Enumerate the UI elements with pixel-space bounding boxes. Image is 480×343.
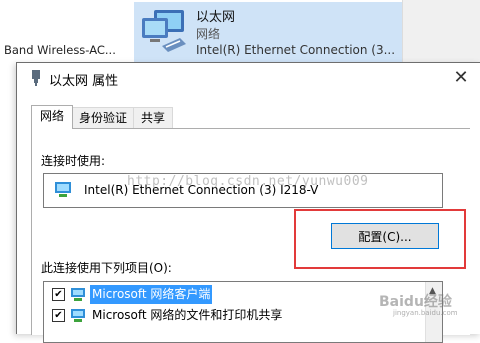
item-label: Microsoft 网络客户端 bbox=[90, 285, 213, 304]
item-label: Microsoft 网络的文件和打印机共享 bbox=[92, 308, 283, 322]
red-highlight-box bbox=[294, 209, 466, 269]
network-client-icon bbox=[71, 288, 85, 301]
dialog-title: 以太网 属性 bbox=[49, 74, 119, 89]
connection-type: 网络 bbox=[196, 27, 221, 41]
wireless-adapter-label[interactable]: Band Wireless-AC... bbox=[4, 43, 116, 57]
checkbox-checked-icon[interactable]: ✔ bbox=[52, 309, 65, 322]
details-pane bbox=[402, 0, 480, 70]
checkbox-checked-icon[interactable]: ✔ bbox=[52, 288, 65, 301]
connection-name: 以太网 bbox=[196, 10, 236, 25]
file-sharing-icon bbox=[71, 309, 85, 322]
items-list-label: 此连接使用下列项目(O): bbox=[41, 261, 172, 275]
network-card-icon bbox=[55, 182, 71, 197]
network-connections-window: Band Wireless-AC... 以太网 网络 Intel(R) Ethe… bbox=[0, 0, 480, 70]
ethernet-properties-dialog: 以太网 属性 ✕ 网络 身份验证 共享 连接时使用: Intel(R) Ethe… bbox=[16, 62, 480, 343]
baidu-jingyan-watermark: Baidu经验 bbox=[379, 294, 452, 310]
tab-network[interactable]: 网络 bbox=[31, 105, 73, 129]
blog-watermark: http://blog.csdn.net/yunwu009 bbox=[127, 174, 369, 189]
tab-authentication[interactable]: 身份验证 bbox=[71, 107, 135, 128]
close-icon[interactable]: ✕ bbox=[449, 66, 473, 90]
network-adapter-icon bbox=[32, 70, 40, 86]
dialog-titlebar[interactable]: 以太网 属性 ✕ bbox=[17, 63, 480, 93]
baidu-jingyan-url: jingyan.baidu.com bbox=[393, 309, 458, 317]
connection-device: Intel(R) Ethernet Connection (3... bbox=[196, 43, 396, 57]
tab-sharing[interactable]: 共享 bbox=[133, 107, 173, 128]
connect-using-label: 连接时使用: bbox=[41, 154, 106, 168]
ethernet-network-icon bbox=[142, 10, 186, 52]
